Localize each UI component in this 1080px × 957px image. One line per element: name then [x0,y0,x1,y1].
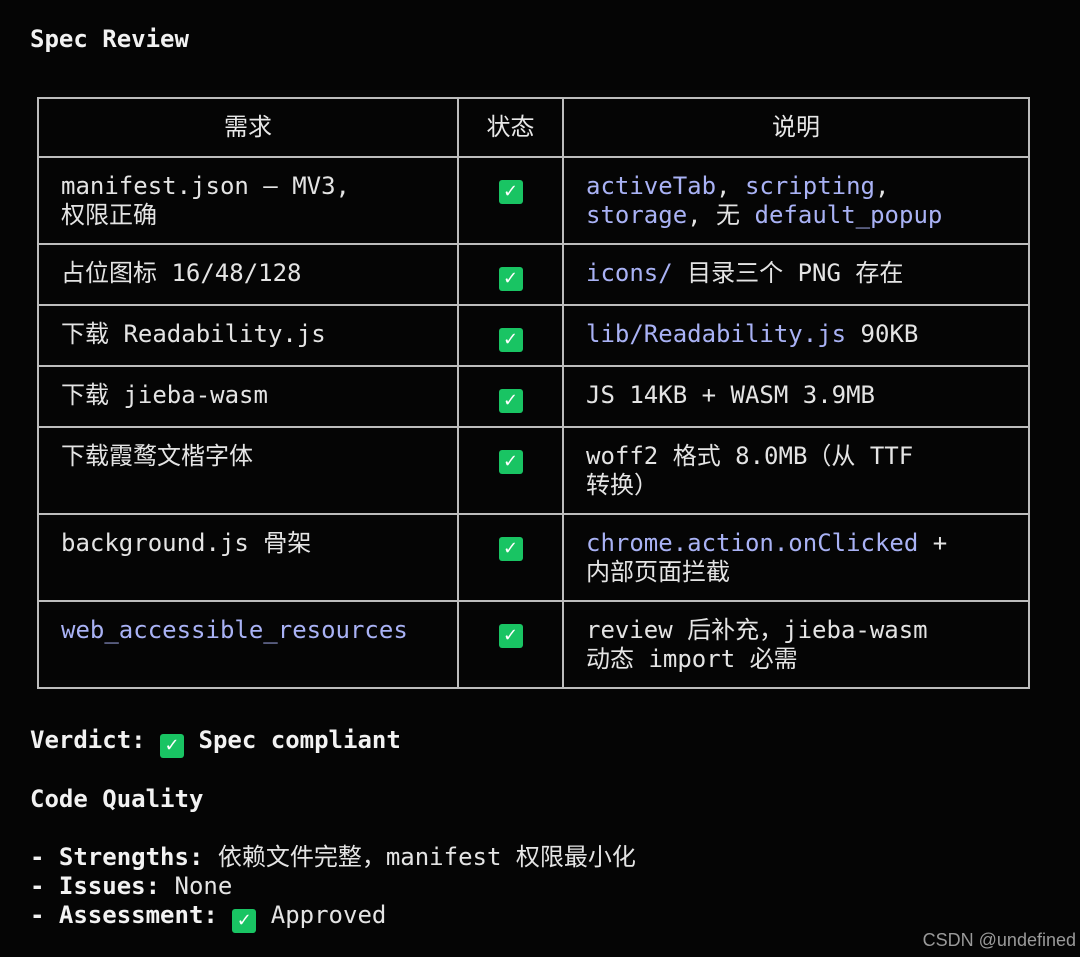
requirement-cell: web_accessible_resources [37,600,459,689]
requirement-cell: background.js 骨架 [37,513,459,602]
issues-value: None [160,872,233,900]
status-cell [457,156,564,245]
code-quality-list: - Strengths: 依赖文件完整，manifest 权限最小化 - Iss… [30,843,636,933]
requirement-text: manifest.json — MV3, [61,172,350,200]
requirement-text: background.js 骨架 [61,529,312,557]
strengths-value: 依赖文件完整，manifest 权限最小化 [203,843,636,871]
table-row: manifest.json — MV3, 权限正确 activeTab, scr… [37,156,1030,245]
description-text: 内部页面拦截 [586,558,730,586]
description-cell: woff2 格式 8.0MB（从 TTF 转换） [562,426,1030,515]
description-cell: icons/ 目录三个 PNG 存在 [562,243,1030,306]
check-box-icon [498,624,523,648]
description-text: 动态 import 必需 [586,645,798,673]
table-row: 下载 jieba-wasm JS 14KB + WASM 3.9MB [37,365,1030,428]
requirement-cell: 下载霞鹜文楷字体 [37,426,459,515]
table-row: 占位图标 16/48/128 icons/ 目录三个 PNG 存在 [37,243,1030,306]
table-row: web_accessible_resources review 后补充，jieb… [37,600,1030,689]
code-text: lib/Readability.js [586,320,847,348]
description-cell: JS 14KB + WASM 3.9MB [562,365,1030,428]
watermark: CSDN @undefined [922,930,1076,950]
status-cell [457,426,564,515]
status-cell [457,243,564,306]
strengths-label: - Strengths: [30,843,204,871]
header-description: 说明 [562,97,1030,158]
list-item: - Assessment: Approved [30,901,636,933]
check-box-icon [498,450,523,474]
status-cell [457,365,564,428]
verdict-value: Spec compliant [184,726,401,754]
separator-text: , [875,172,890,200]
header-requirement: 需求 [37,97,459,158]
requirement-cell: 下载 Readability.js [37,304,459,367]
status-cell [457,513,564,602]
table-header-row: 需求 状态 说明 [37,97,1030,158]
check-box-icon [498,180,523,204]
verdict-label: Verdict: [30,726,161,754]
code-text: icons/ [586,259,673,287]
check-box-icon [232,909,257,933]
description-cell: lib/Readability.js 90KB [562,304,1030,367]
spec-review-title: Spec Review [30,25,189,53]
issues-label: - Issues: [30,872,161,900]
table-row: 下载 Readability.js lib/Readability.js 90K… [37,304,1030,367]
description-cell: review 后补充，jieba-wasm 动态 import 必需 [562,600,1030,689]
requirement-text: 下载霞鹜文楷字体 [61,442,253,470]
code-text: default_popup [754,201,943,229]
code-text: chrome.action.onClicked [586,529,919,557]
description-cell: activeTab, scripting, storage, 无 default… [562,156,1030,245]
assessment-value: Approved [256,901,387,929]
check-box-icon [498,537,523,561]
description-text: 转换） [586,471,658,499]
status-cell [457,600,564,689]
description-text: 90KB [846,320,919,348]
assessment-label: - Assessment: [30,901,218,929]
header-status: 状态 [457,97,564,158]
table-row: 下载霞鹜文楷字体 woff2 格式 8.0MB（从 TTF 转换） [37,426,1030,515]
status-cell [457,304,564,367]
check-box-icon [160,734,185,758]
verdict-line: Verdict: Spec compliant [30,725,401,758]
requirement-text: 下载 jieba-wasm [61,381,268,409]
spec-review-table: 需求 状态 说明 manifest.json — MV3, 权限正确 activ… [37,97,1030,689]
description-text: review 后补充，jieba-wasm [586,616,928,644]
requirement-text: 下载 Readability.js [61,320,326,348]
separator-text: , 无 [687,201,755,229]
code-text: storage [586,201,688,229]
list-item: - Issues: None [30,872,636,901]
code-text: scripting [744,172,875,200]
description-text: + [918,529,948,557]
code-text: web_accessible_resources [61,616,408,644]
separator-text: , [716,172,745,200]
description-text: woff2 格式 8.0MB（从 TTF [586,442,914,470]
requirement-cell: 下载 jieba-wasm [37,365,459,428]
check-box-icon [498,328,523,352]
description-text: JS 14KB + WASM 3.9MB [586,381,875,409]
table-row: background.js 骨架 chrome.action.onClicked… [37,513,1030,602]
check-box-icon [498,389,523,413]
code-text: activeTab [586,172,717,200]
description-cell: chrome.action.onClicked + 内部页面拦截 [562,513,1030,602]
requirement-text: 占位图标 16/48/128 [61,259,302,287]
list-item: - Strengths: 依赖文件完整，manifest 权限最小化 [30,843,636,872]
code-quality-title: Code Quality [30,785,204,813]
description-text: 目录三个 PNG 存在 [672,259,904,287]
requirement-text: 权限正确 [61,201,157,229]
requirement-cell: 占位图标 16/48/128 [37,243,459,306]
check-box-icon [498,267,523,291]
requirement-cell: manifest.json — MV3, 权限正确 [37,156,459,245]
